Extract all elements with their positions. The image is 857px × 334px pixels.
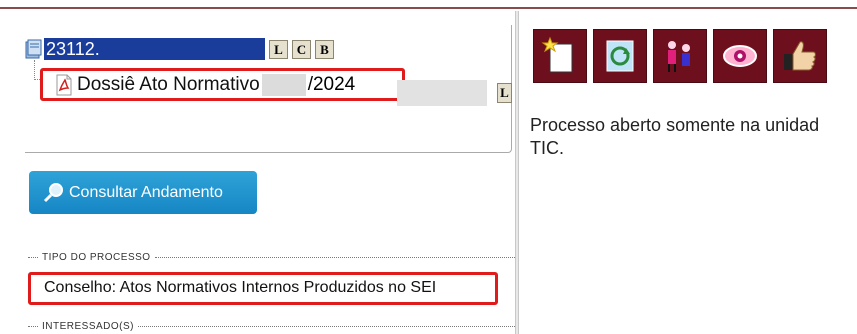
process-status-message: Processo aberto somente na unidad TIC. — [530, 114, 857, 160]
new-document-button[interactable] — [533, 29, 587, 83]
process-tree-panel: 23112. L C B Dossiê Ato Normativo /2024 … — [0, 11, 515, 334]
consult-history-label: Consultar Andamento — [69, 183, 223, 201]
redacted-text — [261, 74, 306, 96]
consult-history-button[interactable]: Consultar Andamento — [29, 171, 257, 214]
process-type-value: Conselho: Atos Normativos Internos Produ… — [44, 279, 437, 296]
process-number[interactable]: 23112. — [44, 38, 265, 60]
refresh-document-icon — [606, 40, 634, 72]
process-detail-panel: Processo aberto somente na unidad TIC. — [519, 11, 857, 334]
process-folder-icon — [25, 39, 42, 59]
process-type-heading-text: TIPO DO PROCESSO — [42, 252, 151, 263]
process-toolbar — [533, 29, 833, 83]
new-document-icon — [541, 36, 573, 73]
redacted-text — [397, 80, 487, 106]
approve-button[interactable] — [773, 29, 827, 83]
document-year[interactable]: /2024 — [308, 73, 356, 97]
view-access-button[interactable] — [713, 29, 767, 83]
process-button-l[interactable]: L — [269, 39, 288, 59]
process-button-b[interactable]: B — [315, 39, 334, 59]
process-type-heading: TIPO DO PROCESSO — [28, 252, 515, 263]
eye-icon — [723, 45, 757, 67]
thumbs-up-icon — [784, 41, 816, 71]
document-title[interactable]: Dossiê Ato Normativo — [77, 73, 260, 97]
process-button-c[interactable]: C — [292, 39, 311, 59]
process-node[interactable]: 23112. L C B — [25, 38, 334, 60]
status-line-1: Processo aberto somente na unidad — [530, 115, 820, 135]
pdf-icon — [56, 74, 72, 96]
top-bar — [0, 0, 857, 9]
interested-heading: INTERESSADO(S) — [28, 321, 515, 332]
magnifier-icon — [43, 182, 63, 202]
interested-heading-text: INTERESSADO(S) — [42, 321, 135, 332]
refresh-document-button[interactable] — [593, 29, 647, 83]
document-node[interactable]: Dossiê Ato Normativo /2024 — [55, 72, 355, 98]
assign-people-button[interactable] — [653, 29, 707, 83]
document-button-l[interactable]: L — [497, 83, 512, 103]
people-icon — [668, 41, 690, 72]
status-line-2: TIC. — [530, 138, 564, 158]
process-tree: 23112. L C B Dossiê Ato Normativo /2024 … — [25, 25, 512, 153]
